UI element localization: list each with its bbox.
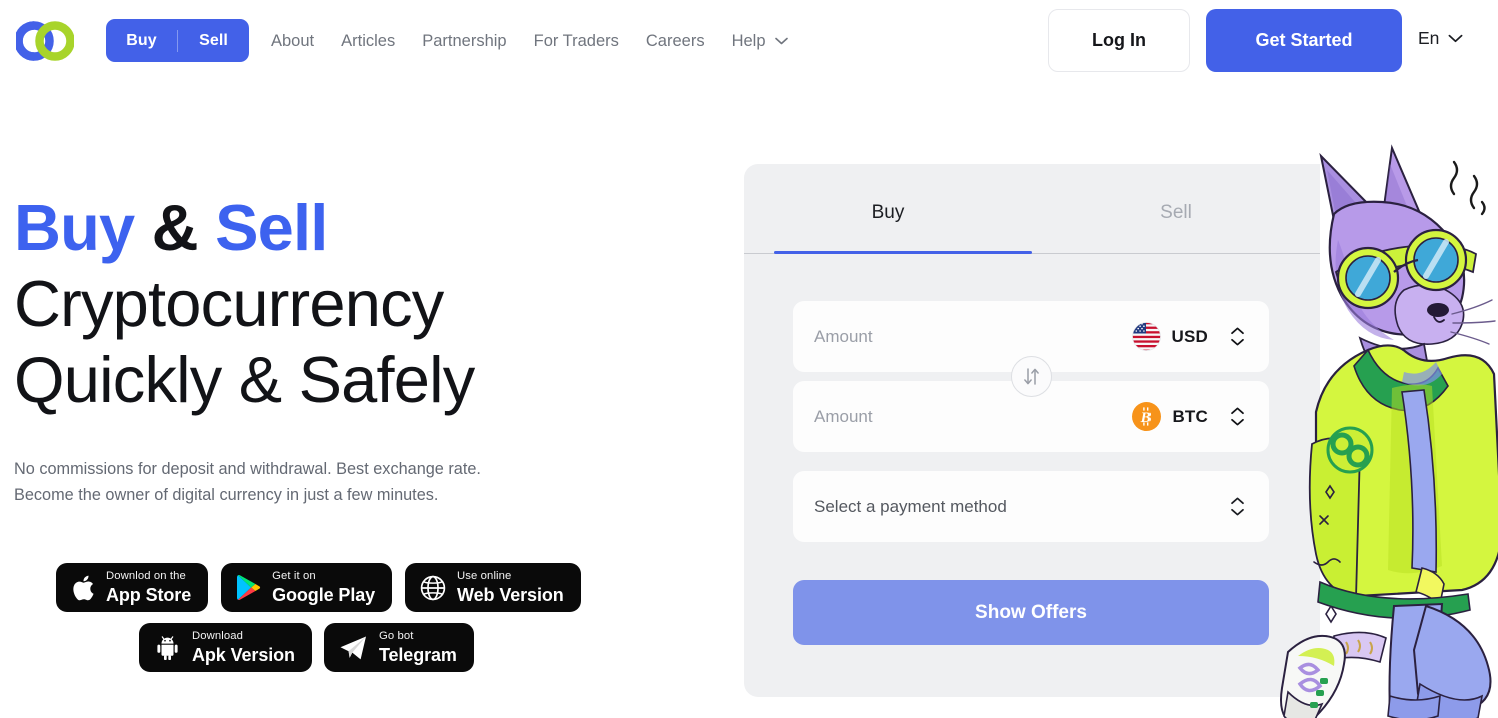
telegram-badge-big: Telegram [378, 644, 457, 665]
currency-to-selector[interactable]: B B B BTC [1132, 402, 1208, 431]
app-download-badges: Downlod on the App Store Get it on Googl… [56, 563, 581, 672]
currency-from-selector[interactable]: USD [1131, 322, 1209, 351]
apk-version-badge-big: Apk Version [192, 644, 295, 665]
nav-item-careers[interactable]: Careers [646, 32, 705, 51]
telegram-badge-text: Go bot Telegram [378, 630, 457, 665]
us-flag-icon [1131, 322, 1161, 351]
hero-subtitle: No commissions for deposit and withdrawa… [14, 456, 634, 508]
badge-row-secondary: Download Apk Version Go bot Telegram [139, 623, 581, 672]
chevron-up-icon [1231, 407, 1244, 415]
apk-version-badge-small: Download [192, 630, 244, 643]
amount-to-placeholder: Amount [814, 406, 873, 426]
hero-section: Buy & Sell Cryptocurrency Quickly & Safe… [14, 190, 634, 508]
google-play-badge[interactable]: Get it on Google Play [221, 563, 393, 612]
hero-subtitle-line2: Become the owner of digital currency in … [14, 486, 439, 504]
chevron-up-icon [1231, 497, 1244, 505]
payment-method-select[interactable]: Select a payment method [793, 471, 1269, 542]
infinity-rings-logo-icon [16, 21, 74, 61]
language-selector[interactable]: En [1418, 28, 1463, 49]
landing-page: Buy Sell About Articles Partnership For … [0, 0, 1498, 718]
language-label: En [1418, 28, 1440, 48]
payment-method-placeholder: Select a payment method [814, 496, 1007, 516]
exchange-tabs: Buy Sell [744, 164, 1320, 254]
payment-method-stepper[interactable] [1230, 497, 1245, 516]
get-started-button[interactable]: Get Started [1206, 9, 1402, 72]
main-navigation: About Articles Partnership For Traders C… [271, 0, 788, 82]
badge-row-primary: Downlod on the App Store Get it on Googl… [56, 563, 581, 612]
chevron-down-icon [1448, 34, 1463, 43]
nav-item-for-traders[interactable]: For Traders [534, 32, 619, 51]
nav-item-partnership[interactable]: Partnership [422, 32, 506, 51]
google-play-icon [236, 574, 261, 601]
app-store-badge-text: Downlod on the App Store [106, 570, 192, 605]
apk-version-badge[interactable]: Download Apk Version [139, 623, 312, 672]
app-store-badge-small: Downlod on the [106, 570, 186, 583]
chevron-down-icon [774, 37, 788, 45]
chevron-down-icon [1231, 418, 1244, 426]
tab-sell[interactable]: Sell [1032, 164, 1320, 253]
hero-title-sell: Sell [215, 191, 328, 264]
currency-from-stepper[interactable] [1230, 327, 1245, 346]
google-play-badge-big: Google Play [272, 584, 376, 605]
hero-subtitle-line1: No commissions for deposit and withdrawa… [14, 460, 481, 478]
telegram-icon [339, 635, 368, 661]
tab-active-indicator [774, 251, 1032, 254]
web-version-badge-small: Use online [457, 570, 512, 583]
globe-icon [420, 575, 446, 601]
hero-title-amp: & [134, 191, 216, 264]
web-version-badge[interactable]: Use online Web Version [405, 563, 581, 612]
apk-version-badge-text: Download Apk Version [192, 630, 295, 665]
currency-to-code: BTC [1172, 406, 1208, 426]
nav-item-help-label: Help [731, 31, 766, 50]
web-version-badge-big: Web Version [457, 584, 564, 605]
nav-item-articles[interactable]: Articles [341, 32, 395, 51]
hero-title-line3: Quickly & Safely [14, 343, 475, 416]
tab-buy[interactable]: Buy [744, 164, 1032, 253]
login-button[interactable]: Log In [1048, 9, 1190, 72]
hero-title-buy: Buy [14, 191, 135, 264]
svg-text:B: B [1140, 410, 1151, 426]
currency-to-stepper[interactable] [1230, 407, 1245, 426]
chevron-down-icon [1231, 338, 1244, 346]
telegram-badge[interactable]: Go bot Telegram [323, 623, 474, 672]
app-store-badge-big: App Store [106, 584, 192, 605]
site-logo[interactable] [16, 20, 74, 62]
nav-item-help[interactable]: Help [732, 32, 788, 51]
currency-from-code: USD [1171, 326, 1208, 346]
apple-icon [71, 574, 95, 602]
header-trade-toggle[interactable]: Buy Sell [106, 19, 249, 62]
header-sell-button[interactable]: Sell [178, 19, 249, 62]
android-icon [154, 635, 181, 660]
swap-currencies-button[interactable] [1011, 356, 1052, 397]
bitcoin-icon: B B B [1132, 402, 1162, 431]
exchange-widget: Buy Sell Amount USD Amount B BTC Select … [744, 164, 1320, 697]
google-play-badge-text: Get it on Google Play [272, 570, 376, 605]
page-title: Buy & Sell Cryptocurrency Quickly & Safe… [14, 190, 634, 418]
google-play-badge-small: Get it on [272, 570, 316, 583]
amount-from-placeholder: Amount [814, 326, 873, 346]
site-header: Buy Sell About Articles Partnership For … [0, 0, 1498, 82]
web-version-badge-text: Use online Web Version [457, 570, 564, 605]
chevron-down-icon [1231, 508, 1244, 516]
nav-item-about[interactable]: About [271, 32, 314, 51]
chevron-up-icon [1231, 327, 1244, 335]
show-offers-button[interactable]: Show Offers [793, 580, 1269, 645]
telegram-badge-small: Go bot [378, 630, 414, 643]
hero-title-line2: Cryptocurrency [14, 267, 444, 340]
header-buy-button[interactable]: Buy [106, 19, 177, 62]
swap-vertical-icon [1024, 368, 1039, 385]
app-store-badge[interactable]: Downlod on the App Store [56, 563, 209, 612]
